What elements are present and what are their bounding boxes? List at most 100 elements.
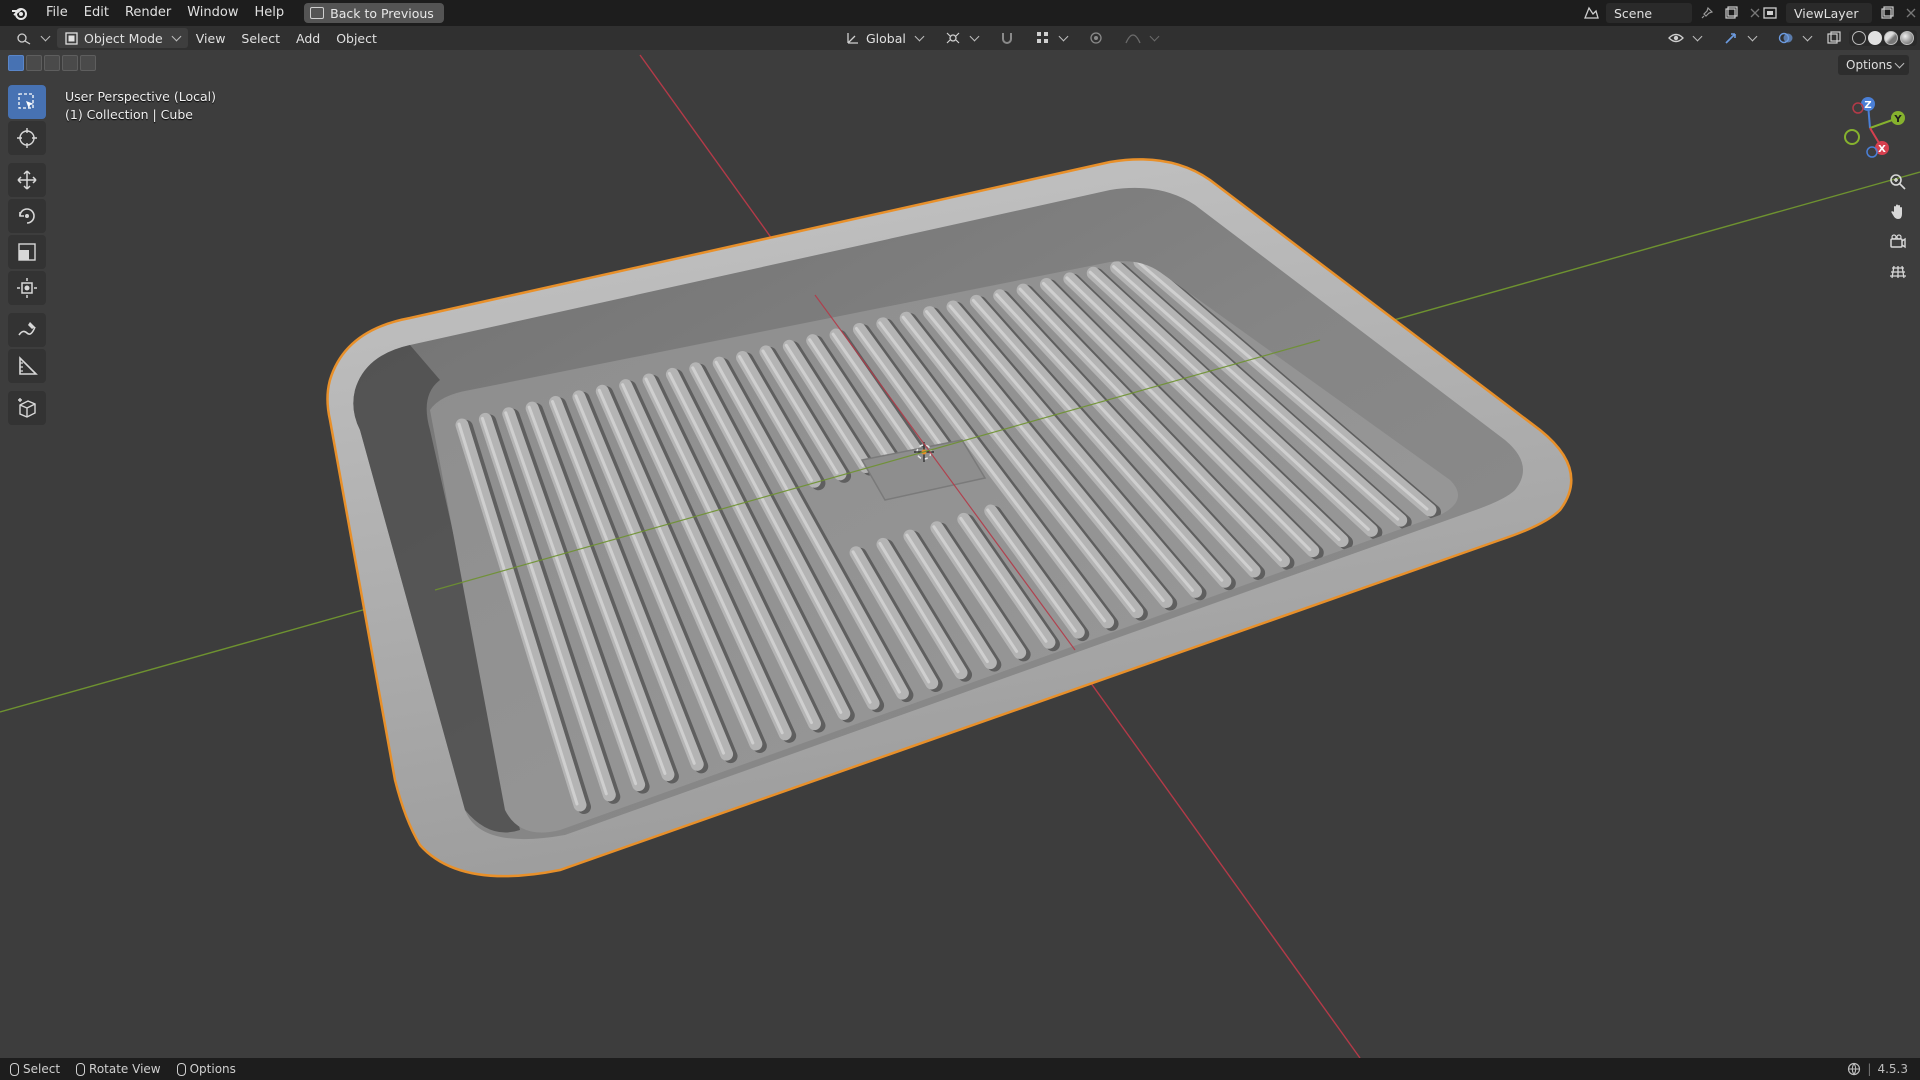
- pan-hand-icon: [1891, 204, 1902, 219]
- back-to-previous-button[interactable]: Back to Previous: [304, 3, 444, 23]
- camera-view-button[interactable]: [1886, 230, 1910, 254]
- tool-measure[interactable]: [8, 349, 46, 383]
- wireframe-shading-icon[interactable]: [1852, 31, 1866, 45]
- ortho-toggle-button[interactable]: [1886, 260, 1910, 284]
- ortho-grid-icon: [1890, 265, 1906, 279]
- rendered-shading-icon[interactable]: [1900, 31, 1914, 45]
- view-layer-field[interactable]: ViewLayer: [1786, 3, 1872, 23]
- back-to-previous-label: Back to Previous: [330, 5, 434, 21]
- gizmo-z-label: Z: [1864, 100, 1871, 111]
- tool-transform[interactable]: [8, 271, 46, 305]
- select-invert-icon[interactable]: [62, 55, 78, 71]
- globe-icon: [1848, 1062, 1861, 1076]
- editor-type-icon: [17, 33, 31, 45]
- options-dropdown[interactable]: Options: [1838, 55, 1910, 75]
- transform-tools: Global: [838, 26, 1166, 50]
- menu-window[interactable]: Window: [179, 1, 246, 25]
- navigation-gizmo[interactable]: Z Y X: [1820, 88, 1920, 168]
- falloff-curve-icon: [1125, 34, 1141, 44]
- chevron-down-icon: [1894, 58, 1905, 68]
- viewport-3d[interactable]: [0, 50, 1920, 1058]
- selection-mode-group: [8, 55, 96, 71]
- tool-add-cube[interactable]: [8, 391, 46, 425]
- proportional-edit-toggle[interactable]: [1081, 28, 1111, 48]
- tool-rotate[interactable]: [8, 199, 46, 233]
- tool-shelf: [8, 85, 48, 427]
- scene-icon[interactable]: [1582, 4, 1600, 22]
- xray-toggle[interactable]: [1825, 29, 1843, 47]
- gizmo-neg-x-axis: [1852, 102, 1864, 114]
- view-layer-icon[interactable]: [1762, 4, 1780, 22]
- editor-type-button[interactable]: [8, 28, 57, 48]
- snap-toggle[interactable]: [992, 28, 1022, 48]
- menu-help[interactable]: Help: [247, 1, 293, 25]
- mouse-middle-icon: [76, 1062, 86, 1076]
- menu-edit[interactable]: Edit: [76, 1, 117, 25]
- view-layer-name: ViewLayer: [1794, 5, 1859, 21]
- pin-icon[interactable]: [1698, 4, 1716, 22]
- falloff-dropdown[interactable]: [1117, 28, 1166, 48]
- new-view-layer-icon[interactable]: [1878, 4, 1896, 22]
- snap-increment-icon: [1036, 32, 1048, 43]
- menu-select[interactable]: Select: [233, 28, 288, 48]
- annotate-icon: [18, 322, 36, 336]
- menu-render[interactable]: Render: [117, 1, 179, 25]
- remove-view-layer-icon[interactable]: [1902, 4, 1920, 22]
- zoom-button[interactable]: [1886, 170, 1910, 194]
- scale-icon: [18, 243, 36, 261]
- select-extend-icon[interactable]: [26, 55, 42, 71]
- zoom-icon: [1890, 174, 1906, 190]
- pan-button[interactable]: [1886, 200, 1910, 224]
- snap-target-dropdown[interactable]: [1028, 28, 1075, 48]
- status-rotate-hint: Rotate View: [76, 1062, 161, 1076]
- perspective-label: User Perspective (Local): [65, 89, 216, 104]
- object-mode-label: Object Mode: [84, 30, 163, 46]
- material-preview-icon[interactable]: [1884, 31, 1898, 45]
- chevron-down-icon: [1802, 31, 1813, 41]
- viewport-info: User Perspective (Local) (1) Collection …: [65, 88, 216, 124]
- object-mode-icon: [65, 31, 78, 45]
- tool-cursor[interactable]: [8, 121, 46, 155]
- pivot-point-dropdown[interactable]: [937, 28, 986, 48]
- select-new-icon[interactable]: [8, 55, 24, 71]
- gizmo-y-label: Y: [1893, 114, 1902, 125]
- menu-file[interactable]: File: [38, 1, 76, 25]
- overlays-toggle[interactable]: [1770, 28, 1819, 48]
- xray-icon: [1827, 31, 1841, 44]
- scene-selector: Scene: [1582, 2, 1764, 24]
- select-intersect-icon[interactable]: [80, 55, 96, 71]
- gizmo-icon: [1725, 33, 1736, 44]
- version-info: | 4.5.3: [1847, 1058, 1908, 1080]
- menu-add[interactable]: Add: [288, 28, 328, 48]
- blender-logo-icon[interactable]: [10, 3, 30, 23]
- proportional-edit-icon: [1090, 32, 1102, 44]
- chevron-down-icon: [171, 31, 182, 41]
- cursor-icon: [17, 128, 37, 148]
- chevron-down-icon: [40, 31, 51, 41]
- status-select-label: Select: [23, 1062, 61, 1076]
- gizmo-neg-y-axis: [1844, 129, 1860, 145]
- tool-select-box[interactable]: [8, 85, 46, 119]
- scene-name-field[interactable]: Scene: [1606, 3, 1692, 23]
- gizmo-toggle[interactable]: [1715, 28, 1764, 48]
- solid-shading-icon[interactable]: [1868, 31, 1882, 45]
- tool-move[interactable]: [8, 163, 46, 197]
- transform-icon: [17, 278, 37, 298]
- tool-annotate[interactable]: [8, 313, 46, 347]
- back-icon: [310, 7, 325, 19]
- visibility-dropdown[interactable]: [1660, 28, 1709, 48]
- view-layer-selector: ViewLayer: [1762, 2, 1920, 24]
- status-select-hint: Select: [10, 1062, 60, 1076]
- status-options-hint: Options: [176, 1062, 236, 1076]
- object-mode-dropdown[interactable]: Object Mode: [57, 28, 188, 48]
- menu-view[interactable]: View: [188, 28, 234, 48]
- status-rotate-label: Rotate View: [89, 1062, 161, 1076]
- select-box-icon: [18, 93, 34, 109]
- chevron-down-icon: [1149, 31, 1160, 41]
- new-scene-icon[interactable]: [1722, 4, 1740, 22]
- select-subtract-icon[interactable]: [44, 55, 60, 71]
- menu-object[interactable]: Object: [328, 28, 385, 48]
- tool-scale[interactable]: [8, 235, 46, 269]
- chevron-down-icon: [1692, 31, 1703, 41]
- orientation-dropdown[interactable]: Global: [838, 28, 931, 48]
